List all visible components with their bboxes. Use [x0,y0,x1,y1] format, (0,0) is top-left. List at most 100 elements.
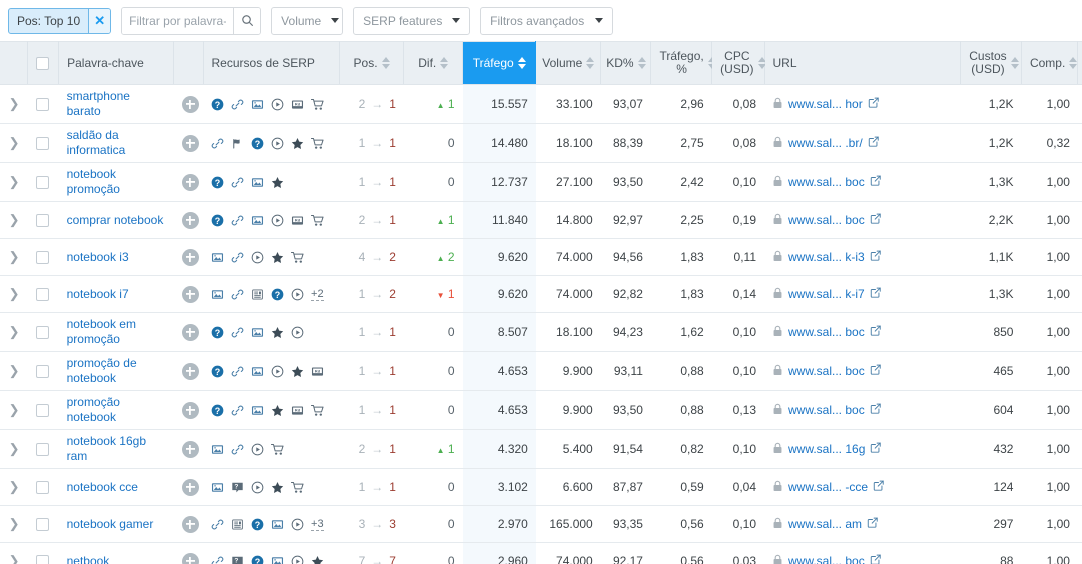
flag-icon[interactable] [231,137,244,150]
url-cell[interactable]: www.sal... boc [764,162,961,202]
url-cell[interactable]: www.sal... am [764,505,961,543]
link-icon[interactable] [231,443,244,456]
table-row[interactable]: ❯ smartphone barato? Rd 2 → 1 ▲ 1 15.557 33.100 9… [0,84,1082,124]
row-expand-cell[interactable]: ❯ [0,84,28,124]
sort-icon[interactable] [1010,57,1019,69]
url-link[interactable]: www.sal... boc [788,403,865,417]
add-icon[interactable] [181,478,199,496]
question-icon[interactable]: ? [211,365,224,378]
close-icon[interactable]: ✕ [88,8,111,33]
row-checkbox[interactable] [36,326,50,340]
ads-icon[interactable]: Rd [291,404,304,417]
external-link-icon[interactable] [870,403,881,417]
news-icon[interactable] [251,288,264,301]
table-row[interactable]: ❯ comprar notebook? Rd 2 → 1 ▲ 1 11.840 14.800 92… [0,201,1082,239]
ads-icon[interactable]: Rd [291,214,304,227]
sort-icon-active[interactable] [517,57,526,69]
url-cell[interactable]: www.sal... k-i3 [764,238,961,276]
link-icon[interactable] [231,365,244,378]
star-icon[interactable] [271,176,284,189]
keyword-cell[interactable]: saldão da informatica [58,123,174,163]
search-icon[interactable] [233,7,261,34]
keyword-cell[interactable]: notebook em promoção [58,312,174,352]
add-icon[interactable] [181,323,199,341]
table-row[interactable]: ❯ saldão da informatica? 1 → 1 0 14.480 18.100 8… [0,123,1082,163]
chevron-right-icon[interactable]: ❯ [9,479,20,495]
table-row[interactable]: ❯ notebook promoção? 1 → 1 0 12.737 27.100 93,50… [0,162,1082,202]
sort-icon[interactable] [586,57,595,69]
row-checkbox[interactable] [36,176,50,190]
link-icon[interactable] [231,404,244,417]
chevron-right-icon[interactable]: ❯ [9,324,20,340]
question-icon[interactable]: ? [211,326,224,339]
url-link[interactable]: www.sal... boc [788,325,865,339]
shopping-cart-icon[interactable] [291,481,305,494]
url-link[interactable]: www.sal... am [788,517,862,531]
add-keyword-cell[interactable] [173,390,204,430]
shopping-cart-icon[interactable] [271,443,285,456]
star-icon[interactable] [271,251,284,264]
url-cell[interactable]: www.sal... 16g [764,429,961,469]
row-select-cell[interactable] [27,238,59,276]
star-icon[interactable] [311,555,324,564]
url-link[interactable]: www.sal... -cce [788,480,868,494]
image-icon[interactable] [251,176,264,189]
row-expand-cell[interactable]: ❯ [0,468,28,506]
keyword-link[interactable]: notebook cce [67,480,138,495]
link-icon[interactable] [231,98,244,111]
row-checkbox[interactable] [36,98,50,112]
shopping-cart-icon[interactable] [311,137,325,150]
video-icon[interactable] [271,214,284,227]
keyword-link[interactable]: notebook promoção [67,167,166,197]
question-icon[interactable]: ? [211,404,224,417]
header-traffic[interactable]: Tráfego [462,41,537,85]
question-icon[interactable]: ? [211,98,224,111]
row-checkbox[interactable] [36,518,50,532]
add-icon[interactable] [181,285,199,303]
external-link-icon[interactable] [870,287,881,301]
add-keyword-cell[interactable] [173,123,204,163]
url-link[interactable]: www.sal... boc [788,554,865,564]
row-select-cell[interactable] [27,429,59,469]
row-expand-cell[interactable]: ❯ [0,312,28,352]
sort-icon[interactable] [637,57,646,69]
chevron-right-icon[interactable]: ❯ [9,441,20,457]
row-select-cell[interactable] [27,390,59,430]
video-icon[interactable] [271,365,284,378]
keyword-cell[interactable]: smartphone barato [58,84,174,124]
shopping-cart-icon[interactable] [311,98,325,111]
header-volume[interactable]: Volume [535,41,602,85]
add-keyword-cell[interactable] [173,312,204,352]
row-checkbox[interactable] [36,481,50,495]
chevron-right-icon[interactable]: ❯ [9,402,20,418]
header-kd[interactable]: KD% [600,41,652,85]
row-select-cell[interactable] [27,84,59,124]
external-link-icon[interactable] [870,364,881,378]
external-link-icon[interactable] [867,517,878,531]
search-input[interactable] [122,7,234,34]
url-link[interactable]: www.sal... k-i3 [788,250,865,264]
add-icon[interactable] [181,515,199,533]
advanced-filters-dropdown[interactable]: Filtros avançados [480,6,614,35]
video-icon[interactable] [251,251,264,264]
row-expand-cell[interactable]: ❯ [0,275,28,313]
row-checkbox[interactable] [36,555,50,564]
url-cell[interactable]: www.sal... .br/ [764,123,961,163]
row-checkbox[interactable] [36,404,50,418]
header-difference[interactable]: Dif. [403,41,464,85]
add-keyword-cell[interactable] [173,275,204,313]
keyword-cell[interactable]: comprar notebook [58,201,174,239]
url-cell[interactable]: www.sal... -cce [764,468,961,506]
chevron-right-icon[interactable]: ❯ [9,212,20,228]
add-keyword-cell[interactable] [173,542,204,564]
url-link[interactable]: www.sal... k-i7 [788,287,865,301]
link-icon[interactable] [231,176,244,189]
row-select-cell[interactable] [27,468,59,506]
url-cell[interactable]: www.sal... boc [764,201,961,239]
add-keyword-cell[interactable] [173,201,204,239]
review-icon[interactable]: ? [231,481,244,494]
video-icon[interactable] [251,481,264,494]
serp-more-badge[interactable]: +2 [311,288,324,301]
video-icon[interactable] [271,98,284,111]
question-icon[interactable]: ? [211,176,224,189]
